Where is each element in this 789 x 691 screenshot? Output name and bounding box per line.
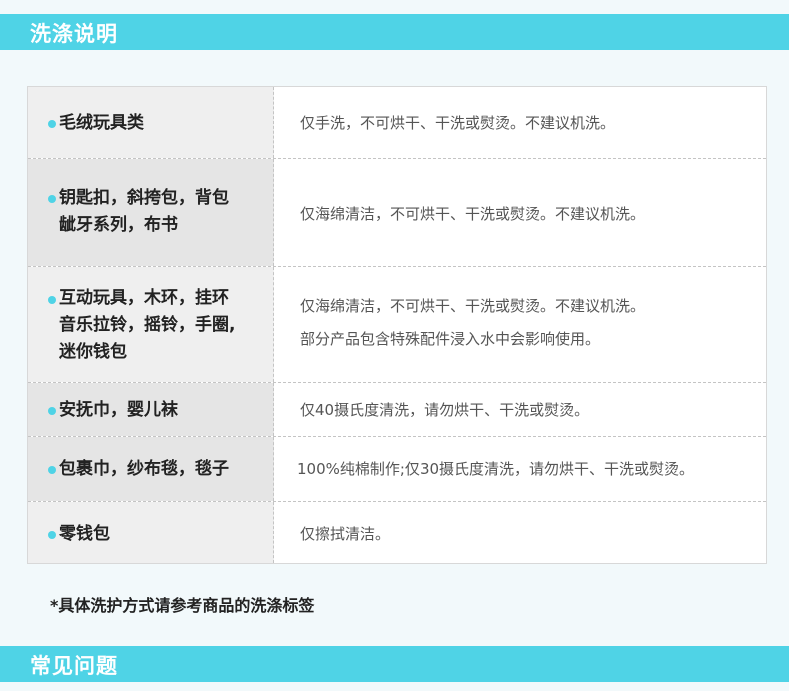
- care-instructions-table: 毛绒玩具类 仅手洗，不可烘干、干洗或熨烫。不建议机洗。 钥匙扣，斜挎包，背包 龇…: [27, 86, 767, 564]
- category-cell: 毛绒玩具类: [28, 87, 274, 158]
- table-row: 零钱包 仅擦拭清洁。: [28, 502, 766, 563]
- bullet-dot-icon: [48, 531, 56, 539]
- category-cell: 零钱包: [28, 502, 274, 563]
- category-label: 钥匙扣，斜挎包，背包 龇牙系列，布书: [59, 188, 229, 235]
- table-row: 互动玩具，木环，挂环 音乐拉铃，摇铃，手圈, 迷你钱包 仅海绵清洁，不可烘干、干…: [28, 267, 766, 383]
- instruction-text: 仅海绵清洁，不可烘干、干洗或熨烫。不建议机洗。 部分产品包含特殊配件浸入水中会影…: [300, 297, 646, 348]
- bullet-dot-icon: [48, 407, 56, 415]
- instruction-text: 仅手洗，不可烘干、干洗或熨烫。不建议机洗。: [300, 114, 616, 132]
- instruction-text: 仅40摄氏度清洗，请勿烘干、干洗或熨烫。: [300, 401, 590, 419]
- category-label: 毛绒玩具类: [59, 113, 144, 133]
- instruction-cell: 仅40摄氏度清洗，请勿烘干、干洗或熨烫。: [274, 383, 766, 436]
- bullet-dot-icon: [48, 195, 56, 203]
- section-header-washing: 洗涤说明: [0, 14, 789, 50]
- category-cell: 互动玩具，木环，挂环 音乐拉铃，摇铃，手圈, 迷你钱包: [28, 267, 274, 382]
- instruction-text: 仅擦拭清洁。: [300, 525, 391, 543]
- care-label-footnote: *具体洗护方式请参考商品的洗涤标签: [50, 596, 315, 615]
- category-label: 包裹巾，纱布毯，毯子: [59, 459, 229, 479]
- instruction-cell: 仅海绵清洁，不可烘干、干洗或熨烫。不建议机洗。 部分产品包含特殊配件浸入水中会影…: [274, 267, 766, 382]
- category-cell: 钥匙扣，斜挎包，背包 龇牙系列，布书: [28, 159, 274, 266]
- instruction-cell: 仅手洗，不可烘干、干洗或熨烫。不建议机洗。: [274, 87, 766, 158]
- bullet-dot-icon: [48, 466, 56, 474]
- instruction-text: 100%纯棉制作;仅30摄氏度清洗，请勿烘干、干洗或熨烫。: [297, 460, 695, 478]
- table-row: 包裹巾，纱布毯，毯子 100%纯棉制作;仅30摄氏度清洗，请勿烘干、干洗或熨烫。: [28, 437, 766, 502]
- instruction-cell: 仅擦拭清洁。: [274, 502, 766, 563]
- bullet-dot-icon: [48, 120, 56, 128]
- instruction-cell: 100%纯棉制作;仅30摄氏度清洗，请勿烘干、干洗或熨烫。: [274, 437, 766, 501]
- category-cell: 安抚巾，婴儿袜: [28, 383, 274, 436]
- instruction-cell: 仅海绵清洁，不可烘干、干洗或熨烫。不建议机洗。: [274, 159, 766, 266]
- section-title-washing: 洗涤说明: [30, 22, 118, 46]
- category-label: 互动玩具，木环，挂环 音乐拉铃，摇铃，手圈, 迷你钱包: [59, 288, 236, 362]
- category-label: 零钱包: [59, 524, 110, 544]
- instruction-text: 仅海绵清洁，不可烘干、干洗或熨烫。不建议机洗。: [300, 205, 646, 223]
- table-row: 钥匙扣，斜挎包，背包 龇牙系列，布书 仅海绵清洁，不可烘干、干洗或熨烫。不建议机…: [28, 159, 766, 267]
- table-row: 安抚巾，婴儿袜 仅40摄氏度清洗，请勿烘干、干洗或熨烫。: [28, 383, 766, 437]
- category-label: 安抚巾，婴儿袜: [59, 400, 178, 420]
- section-title-faq: 常见问题: [30, 654, 118, 678]
- bullet-dot-icon: [48, 296, 56, 304]
- section-header-faq: 常见问题: [0, 646, 789, 682]
- category-cell: 包裹巾，纱布毯，毯子: [28, 437, 274, 501]
- table-row: 毛绒玩具类 仅手洗，不可烘干、干洗或熨烫。不建议机洗。: [28, 87, 766, 159]
